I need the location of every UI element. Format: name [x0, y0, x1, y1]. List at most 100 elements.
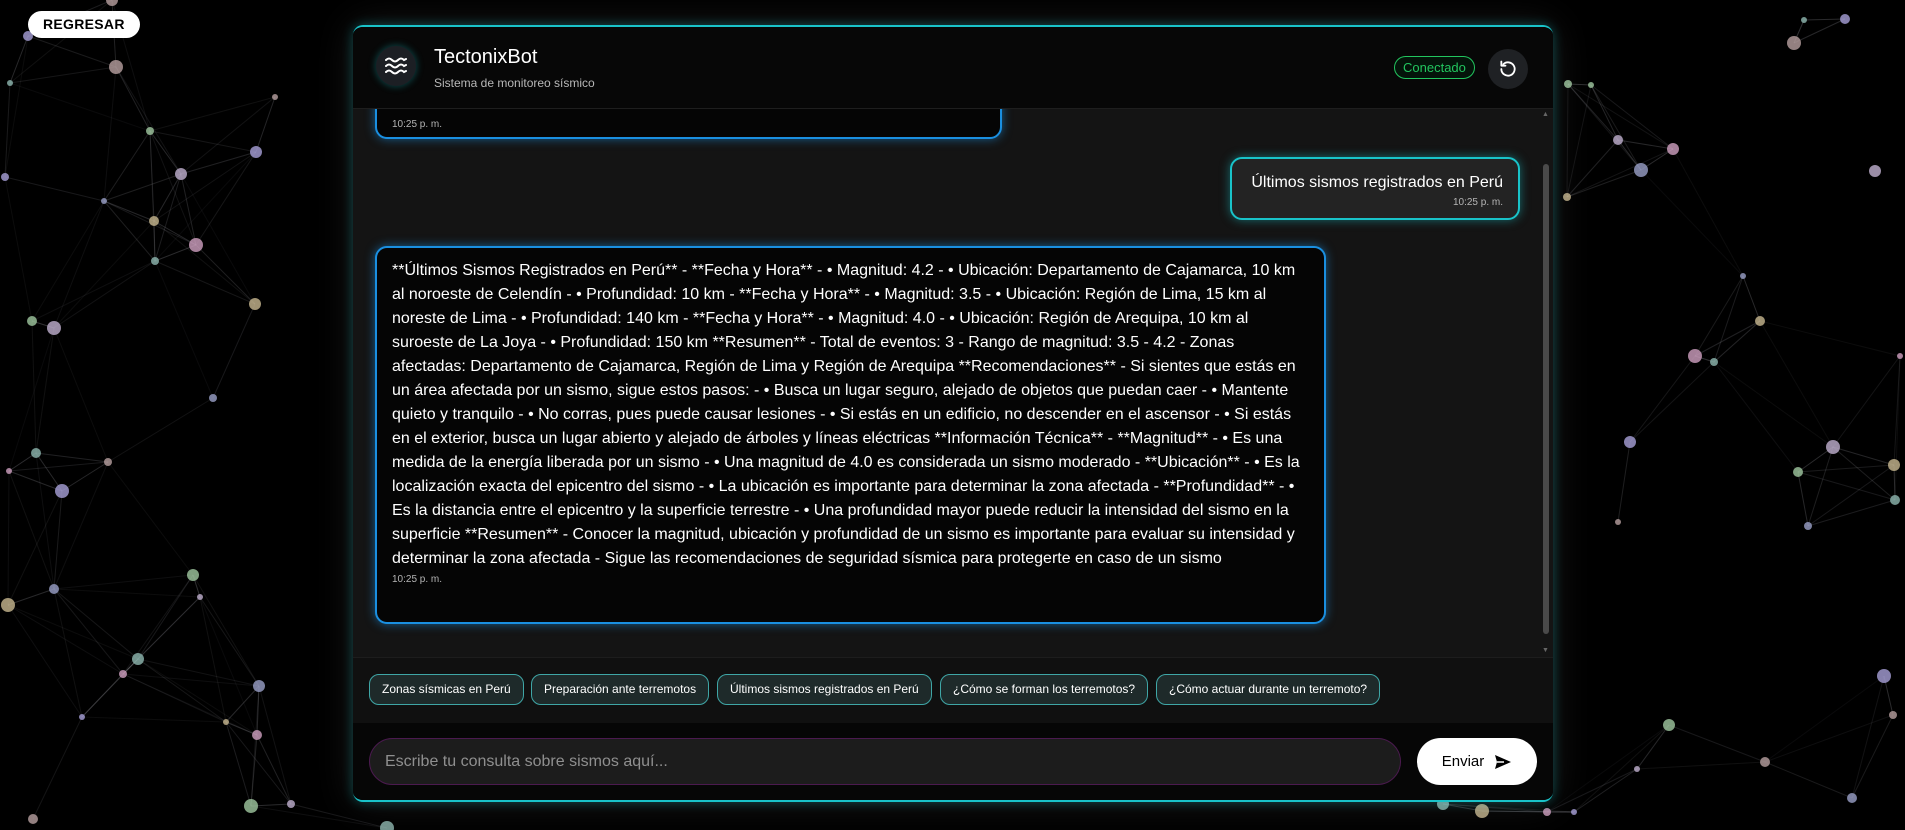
network-link [81, 716, 227, 723]
network-node [119, 670, 127, 678]
network-node [27, 316, 37, 326]
network-link [195, 151, 257, 246]
network-link [180, 96, 276, 175]
network-node [187, 569, 199, 581]
suggestion-chip[interactable]: ¿Cómo actuar durante un terremoto? [1156, 674, 1381, 705]
network-link [103, 200, 155, 222]
network-node [1563, 193, 1571, 201]
network-link [137, 658, 258, 736]
network-node [209, 394, 217, 402]
network-link [1694, 275, 1744, 357]
message-input[interactable]: Escribe tu consulta sobre sismos aquí... [369, 738, 1401, 785]
back-button[interactable]: REGRESAR [28, 11, 140, 38]
network-node [1571, 809, 1577, 815]
network-link [192, 574, 260, 687]
network-link [1668, 724, 1766, 763]
network-link [290, 803, 388, 829]
network-link [53, 461, 109, 590]
scroll-down-arrow[interactable]: ▼ [1542, 647, 1549, 654]
network-link [212, 303, 256, 399]
network-link [53, 200, 105, 329]
network-link [1793, 18, 1846, 44]
network-link [1797, 471, 1809, 527]
message-list[interactable]: 10:25 p. m. Últimos sismos registrados e… [353, 109, 1553, 657]
network-node [1804, 522, 1812, 530]
network-link [1713, 361, 1799, 473]
network-node [189, 238, 203, 252]
network-link [35, 452, 55, 590]
network-node [1793, 467, 1803, 477]
message-time: 10:25 p. m. [392, 119, 443, 130]
scroll-up-arrow[interactable]: ▲ [1542, 111, 1549, 118]
message-text: Últimos sismos registrados en Perú [1251, 174, 1503, 191]
scroll-thumb[interactable] [1543, 164, 1549, 634]
suggestion-chip[interactable]: Preparación ante terremotos [531, 674, 710, 705]
network-link [103, 66, 117, 202]
network-node [244, 799, 258, 813]
suggestion-chip[interactable]: Últimos sismos registrados en Perú [717, 674, 932, 705]
network-node [250, 146, 262, 158]
network-node [1740, 273, 1746, 279]
network-link [1764, 761, 1853, 799]
network-link [1590, 84, 1674, 150]
network-node [380, 821, 394, 830]
bot-subtitle: Sistema de monitoreo sísmico [434, 76, 595, 90]
network-link [1617, 441, 1631, 523]
network-link [1759, 320, 1901, 357]
network-link [7, 604, 83, 718]
network-node [1755, 316, 1765, 326]
network-link [7, 470, 10, 606]
network-node [1624, 436, 1636, 448]
network-link [154, 260, 214, 399]
network-link [1566, 169, 1642, 198]
network-link [53, 588, 201, 598]
composer: Escribe tu consulta sobre sismos aquí...… [353, 723, 1553, 800]
network-link [107, 461, 194, 576]
network-node [1877, 669, 1891, 683]
network-link [1629, 361, 1715, 443]
scrollbar[interactable]: ▲ ▼ [1541, 109, 1551, 657]
network-link [1672, 148, 1744, 277]
message-time: 10:25 p. m. [1452, 197, 1503, 208]
network-link [225, 721, 252, 807]
network-node [1475, 804, 1489, 818]
network-link [1742, 275, 1761, 322]
network-link [103, 130, 151, 202]
network-link [103, 173, 182, 202]
network-node [1840, 14, 1850, 24]
network-link [1566, 148, 1674, 198]
network-link [8, 461, 109, 472]
network-link [9, 82, 151, 132]
message-time: 10:25 p. m. [392, 574, 443, 585]
network-link [53, 588, 124, 675]
network-link [61, 461, 109, 492]
network-link [1546, 768, 1638, 813]
network-link [149, 130, 182, 175]
suggestion-chip[interactable]: Zonas sísmicas en Perú [369, 674, 524, 705]
network-link [1797, 464, 1895, 473]
network-link [149, 96, 276, 132]
waves-icon [376, 46, 416, 86]
network-node [1710, 358, 1718, 366]
network-node [1801, 17, 1807, 23]
network-node [1897, 353, 1903, 359]
network-link [4, 176, 105, 202]
network-link [137, 596, 201, 660]
suggestion-chip[interactable]: ¿Cómo se forman los terremotos? [940, 674, 1149, 705]
network-node [1, 173, 9, 181]
network-link [35, 327, 55, 454]
network-link [1764, 675, 1885, 763]
refresh-icon [1500, 60, 1516, 77]
send-button[interactable]: Enviar [1417, 738, 1537, 785]
reset-chat-button[interactable] [1488, 49, 1528, 89]
network-link [1803, 18, 1846, 21]
network-node [1615, 519, 1621, 525]
network-node [1787, 36, 1801, 50]
network-node [47, 321, 61, 335]
network-link [1636, 761, 1766, 770]
network-node [31, 448, 41, 458]
network-link [225, 685, 260, 723]
user-message: Últimos sismos registrados en Perú 10:25… [1230, 157, 1520, 220]
network-node [109, 60, 123, 74]
network-link [1797, 471, 1896, 501]
